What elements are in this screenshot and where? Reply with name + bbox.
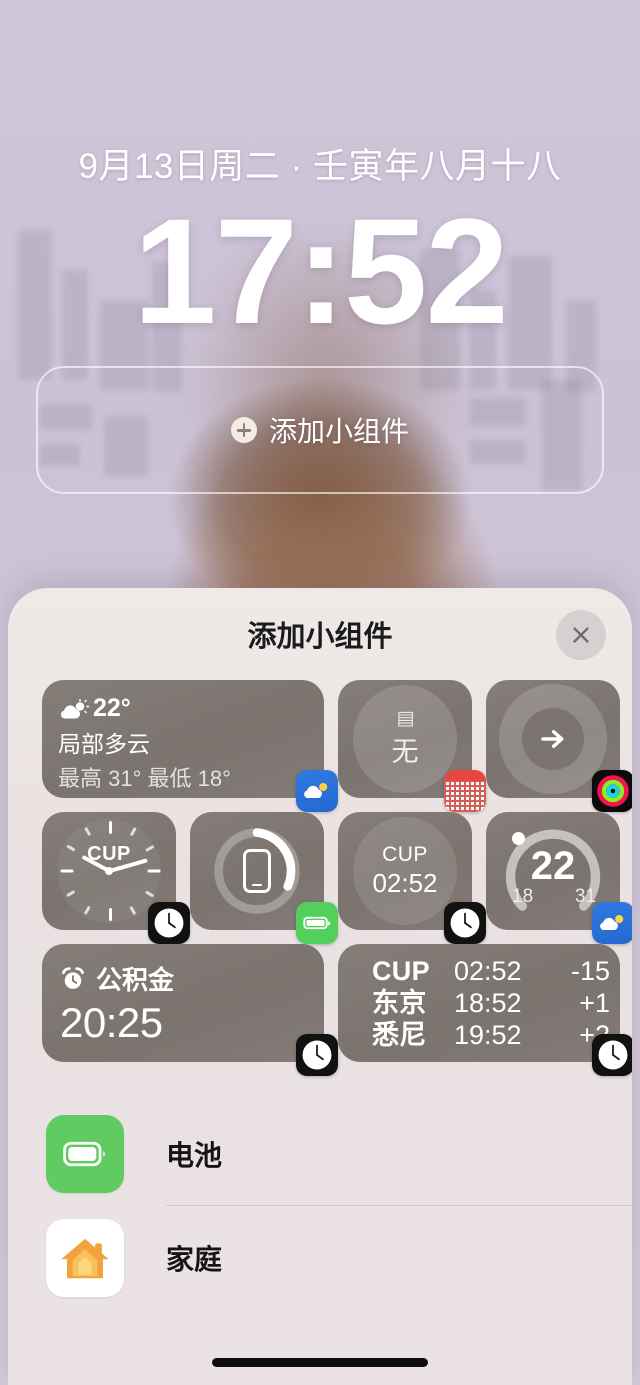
fitness-app-icon	[592, 770, 632, 812]
widget-digital-clock[interactable]: CUP 02:52	[338, 812, 486, 944]
calendar-app-icon	[444, 770, 486, 812]
widget-fitness-activity[interactable]	[486, 680, 632, 812]
temperature-low: 18	[512, 886, 534, 907]
app-name: 家庭	[166, 1244, 223, 1275]
widget-row: CUP CUP 02:52 22 18 31	[42, 812, 632, 944]
partly-cloudy-icon	[58, 698, 90, 719]
world-clock-city: CUP	[372, 956, 430, 986]
world-clock-offset: -15	[570, 956, 610, 986]
weather-condition: 局部多云	[58, 731, 150, 757]
clock-app-icon	[592, 1034, 632, 1076]
lock-time: 17:52	[133, 187, 509, 355]
clock-app-icon	[444, 902, 486, 944]
add-widget-placeholder-label: 添加小组件	[268, 416, 409, 447]
battery-app-icon	[46, 1115, 124, 1193]
arrow-right-icon	[541, 730, 564, 748]
temperature-high: 31	[574, 886, 596, 907]
add-widget-placeholder[interactable]: 添加小组件	[36, 366, 604, 494]
clock-app-icon	[148, 902, 190, 944]
widget-temperature-gauge[interactable]: 22 18 31	[486, 812, 632, 944]
list-item[interactable]: 家庭	[8, 1206, 632, 1310]
widget-alarm[interactable]: 公积金 20:25	[42, 944, 338, 1076]
calendar-grid-icon: ▤	[396, 708, 415, 729]
world-clock-row: CUP 02:52 -15	[372, 956, 620, 988]
add-widget-sheet: 添加小组件 22° 局部多云 最高 31° 最低 18° ▤ 无 CUP CUP…	[8, 588, 632, 1385]
widget-row: 22° 局部多云 最高 31° 最低 18° ▤ 无	[42, 680, 632, 812]
close-button[interactable]	[556, 610, 606, 660]
widget-analog-clock[interactable]: CUP	[42, 812, 190, 944]
world-clock-time: 18:52	[454, 987, 522, 1018]
widget-gallery: 22° 局部多云 最高 31° 最低 18° ▤ 无 CUP CUP 02:52…	[8, 680, 632, 1076]
widget-battery-ring[interactable]	[190, 812, 338, 944]
analog-clock-city: CUP	[87, 843, 131, 865]
world-clock-row: 东京 18:52 +1	[372, 988, 620, 1020]
app-list: 电池 家庭	[8, 1102, 632, 1310]
clock-app-icon	[296, 1034, 338, 1076]
world-clock-offset: +1	[579, 987, 610, 1018]
alarm-name: 公积金	[96, 965, 175, 995]
battery-app-icon	[296, 902, 338, 944]
digital-clock-city: CUP	[382, 843, 428, 866]
temperature-marker	[512, 832, 525, 845]
world-clock-time: 19:52	[454, 1019, 522, 1050]
calendar-value: 无	[391, 737, 419, 767]
digital-clock-time: 02:52	[372, 868, 438, 898]
alarm-clock-icon	[62, 966, 84, 989]
widget-weather-forecast[interactable]: 22° 局部多云 最高 31° 最低 18°	[42, 680, 338, 812]
battery-ring	[209, 823, 305, 919]
iphone-icon	[243, 849, 271, 893]
world-clock-city: 东京	[372, 987, 427, 1018]
widget-row: 公积金 20:25 CUP 02:52 -15 东京 18:52 +1 悉尼 1…	[42, 944, 632, 1076]
sheet-title: 添加小组件	[247, 621, 393, 653]
weather-high-low: 最高 31° 最低 18°	[58, 766, 231, 791]
sheet-header: 添加小组件	[8, 588, 632, 680]
widget-world-clock[interactable]: CUP 02:52 -15 东京 18:52 +1 悉尼 19:52 +2	[338, 944, 632, 1076]
plus-circle-icon	[230, 417, 257, 443]
alarm-time: 20:25	[60, 999, 163, 1046]
close-icon	[573, 627, 589, 643]
world-clock-time: 02:52	[454, 956, 522, 986]
world-clock-city: 悉尼	[372, 1019, 427, 1050]
lock-date: 9月13日周二 · 壬寅年八月十八	[78, 147, 562, 186]
app-name: 电池	[166, 1140, 223, 1171]
analog-clock-face: CUP	[57, 819, 161, 923]
weather-app-icon	[296, 770, 338, 812]
weather-app-icon	[592, 902, 632, 944]
home-app-icon	[46, 1219, 124, 1297]
temperature-current: 22	[530, 844, 576, 888]
weather-temperature: 22°	[93, 694, 131, 722]
widget-calendar-up-next[interactable]: ▤ 无	[338, 680, 486, 812]
home-indicator[interactable]	[212, 1358, 428, 1367]
list-item[interactable]: 电池	[8, 1102, 632, 1206]
world-clock-row: 悉尼 19:52 +2	[372, 1020, 620, 1052]
lock-screen: 9月13日周二 · 壬寅年八月十八 17:52 添加小组件 添加小组件 22° …	[0, 0, 640, 1385]
